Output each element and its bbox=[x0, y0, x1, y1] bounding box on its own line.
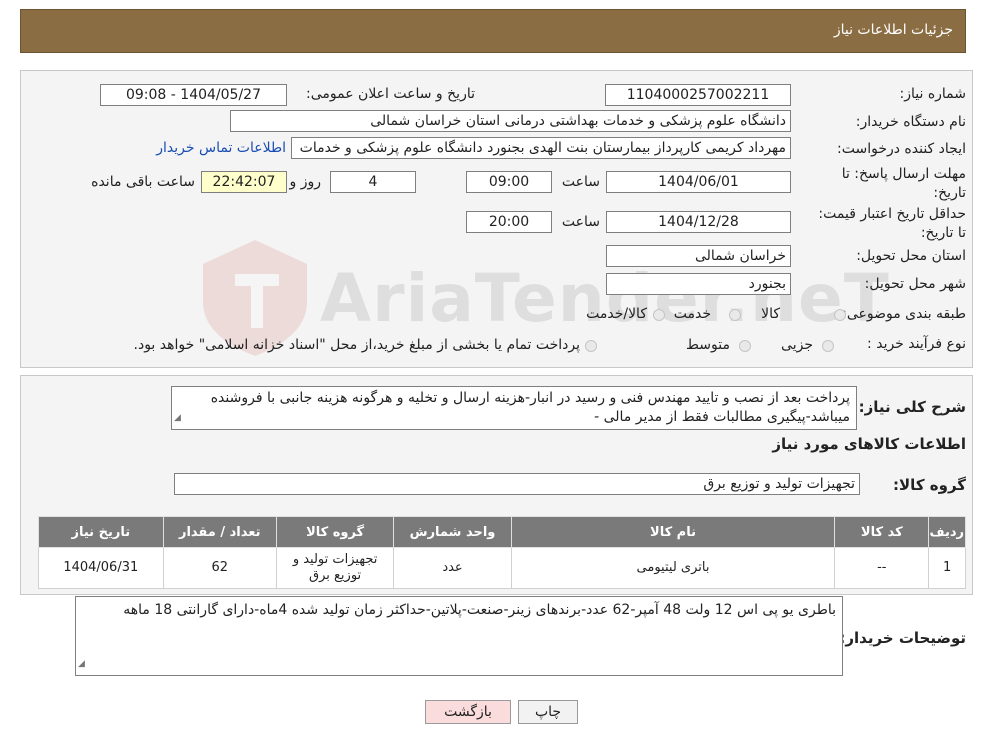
city-field: بجنورد bbox=[606, 273, 791, 295]
price-validity-time-field: 20:00 bbox=[466, 211, 552, 233]
remaining-days-field: 4 bbox=[330, 171, 416, 193]
response-deadline-label: مهلت ارسال پاسخ: تا تاریخ: bbox=[841, 166, 966, 201]
process-minor-label: جزیی bbox=[781, 337, 813, 353]
response-deadline-time-field: 09:00 bbox=[466, 171, 552, 193]
price-validity-time-label: ساعت bbox=[561, 214, 600, 230]
description-label: شرح کلی نیاز: bbox=[858, 398, 966, 416]
cell-need-date: 1404/06/31 bbox=[38, 547, 164, 589]
cell-group: تجهیزات تولید و توزیع برق bbox=[275, 547, 395, 589]
cell-row-number: 1 bbox=[928, 547, 966, 589]
col-header-need-date: تاریخ نیاز bbox=[38, 516, 164, 548]
need-number-label: شماره نیاز: bbox=[899, 86, 967, 102]
cell-quantity: 62 bbox=[162, 547, 277, 589]
remaining-time-field: 22:42:07 bbox=[201, 171, 287, 193]
remaining-time-label: ساعت باقی مانده bbox=[91, 174, 195, 190]
process-medium-label: متوسط bbox=[686, 337, 730, 353]
need-number-field: 1104000257002211 bbox=[605, 84, 791, 106]
watermark-text: AriaTender.neT bbox=[320, 260, 890, 337]
process-minor-radio[interactable] bbox=[822, 340, 834, 352]
category-service-radio[interactable] bbox=[729, 309, 741, 321]
process-treasury-radio[interactable] bbox=[585, 340, 597, 352]
requester-field: مهرداد کریمی کارپرداز بیمارستان بنت الهد… bbox=[291, 137, 791, 159]
cell-code: -- bbox=[834, 547, 930, 589]
col-header-unit: واحد شمارش bbox=[393, 516, 512, 548]
page-title: جزئیات اطلاعات نیاز bbox=[833, 22, 953, 38]
requester-label: ایجاد کننده درخواست: bbox=[837, 141, 966, 157]
goods-table-header: ردیف کد کالا نام کالا واحد شمارش گروه کا… bbox=[38, 516, 966, 548]
table-row: 1 -- باتری لیتیومی عدد تجهیزات تولید و ت… bbox=[38, 547, 966, 589]
announce-datetime-field: 1404/05/27 - 09:08 bbox=[100, 84, 287, 106]
buyer-notes-textarea: باطری یو پی اس 12 ولت 48 آمپر-62 عدد-برن… bbox=[75, 596, 843, 676]
remaining-days-label: روز و bbox=[289, 174, 322, 190]
goods-section-title: اطلاعات کالاهای مورد نیاز bbox=[772, 435, 966, 453]
col-header-code: کد کالا bbox=[834, 516, 930, 548]
buyer-org-field: دانشگاه علوم پزشکی و خدمات بهداشتی درمان… bbox=[230, 110, 791, 132]
price-validity-label: حداقل تاریخ اعتبار قیمت: تا تاریخ: bbox=[818, 206, 966, 241]
buyer-notes-text: باطری یو پی اس 12 ولت 48 آمپر-62 عدد-برن… bbox=[123, 602, 836, 618]
cell-unit: عدد bbox=[393, 547, 512, 589]
purchase-process-note: پرداخت تمام یا بخشی از مبلغ خرید،از محل … bbox=[133, 337, 580, 353]
col-header-quantity: تعداد / مقدار bbox=[162, 516, 277, 548]
goods-table: ردیف کد کالا نام کالا واحد شمارش گروه کا… bbox=[38, 516, 966, 589]
print-button[interactable]: چاپ bbox=[518, 700, 578, 724]
province-field: خراسان شمالی bbox=[606, 245, 791, 267]
category-service-label: خدمت bbox=[673, 306, 711, 322]
city-label: شهر محل تحویل: bbox=[864, 276, 966, 292]
resize-grip-icon[interactable]: ◢ bbox=[78, 655, 85, 674]
back-button[interactable]: بازگشت bbox=[425, 700, 511, 724]
cell-name: باتری لیتیومی bbox=[510, 547, 836, 589]
announce-datetime-label: تاریخ و ساعت اعلان عمومی: bbox=[306, 86, 475, 102]
buyer-org-label: نام دستگاه خریدار: bbox=[855, 114, 966, 130]
col-header-name: نام کالا bbox=[510, 516, 836, 548]
page-header: جزئیات اطلاعات نیاز bbox=[20, 9, 966, 53]
category-goods-label: کالا bbox=[761, 306, 780, 322]
response-deadline-time-label: ساعت bbox=[561, 174, 600, 190]
category-goods-service-radio[interactable] bbox=[653, 309, 665, 321]
response-deadline-date-field: 1404/06/01 bbox=[606, 171, 791, 193]
col-header-group: گروه کالا bbox=[275, 516, 395, 548]
category-goods-service-label: کالا/خدمت bbox=[586, 306, 647, 322]
price-validity-date-field: 1404/12/28 bbox=[606, 211, 791, 233]
goods-group-field: تجهیزات تولید و توزیع برق bbox=[174, 473, 860, 495]
description-text: پرداخت بعد از نصب و تایید مهندس فنی و رس… bbox=[210, 390, 850, 425]
description-textarea: پرداخت بعد از نصب و تایید مهندس فنی و رس… bbox=[171, 386, 857, 430]
category-label: طبقه بندی موضوعی: bbox=[842, 306, 966, 322]
category-goods-radio[interactable] bbox=[834, 309, 846, 321]
process-medium-radio[interactable] bbox=[739, 340, 751, 352]
buyer-notes-label: توضیحات خریدار: bbox=[839, 629, 966, 647]
goods-group-label: گروه کالا: bbox=[893, 476, 966, 494]
buyer-contact-link[interactable]: اطلاعات تماس خریدار bbox=[156, 140, 286, 156]
resize-grip-icon[interactable]: ◢ bbox=[174, 409, 181, 428]
province-label: استان محل تحویل: bbox=[856, 248, 966, 264]
col-header-row: ردیف bbox=[928, 516, 966, 548]
purchase-process-label: نوع فرآیند خرید : bbox=[867, 336, 966, 352]
